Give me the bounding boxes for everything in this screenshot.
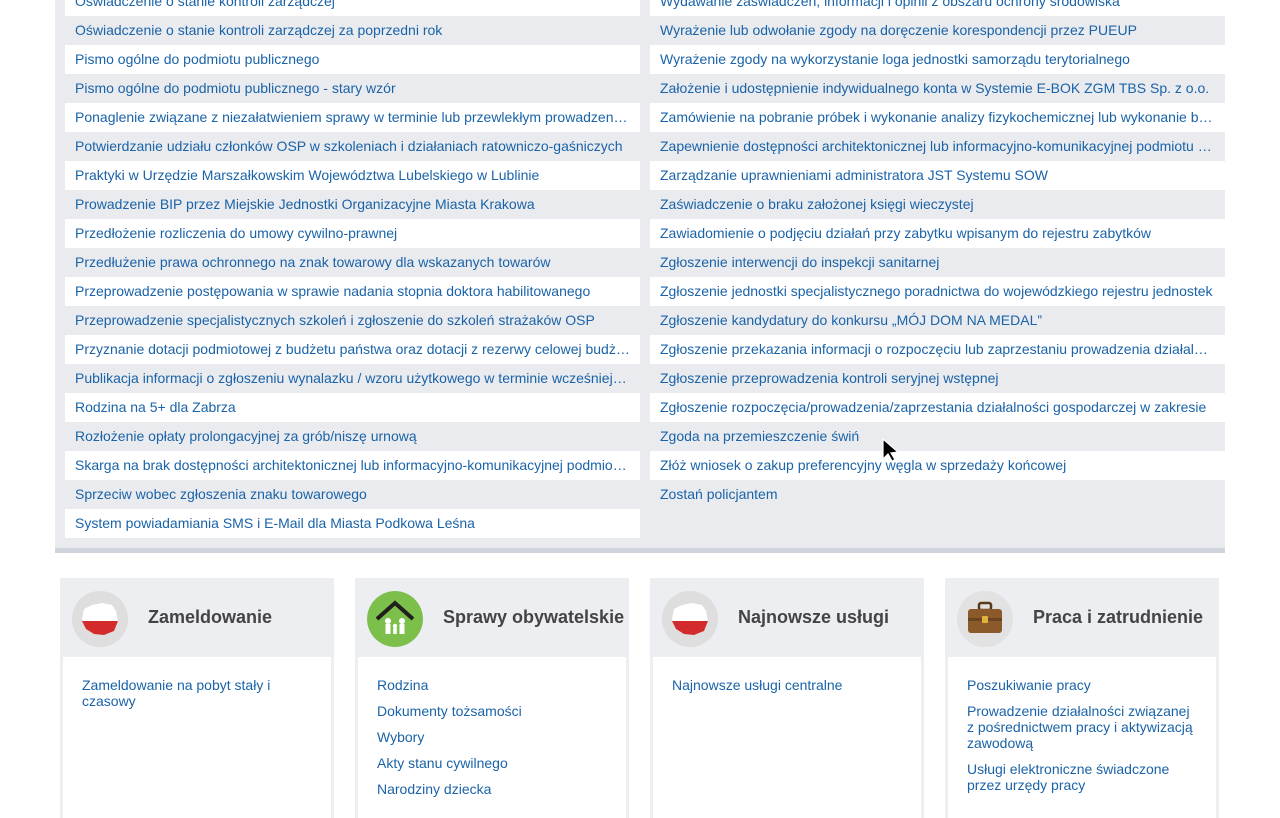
service-link[interactable]: Zgłoszenie jednostki specjalistycznego p… xyxy=(650,277,1225,306)
card-header: Praca i zatrudnienie xyxy=(945,578,1219,657)
service-link[interactable]: Zgłoszenie przekazania informacji o rozp… xyxy=(650,335,1225,364)
card-header: Najnowsze usługi xyxy=(650,578,924,657)
service-link[interactable]: Pismo ogólne do podmiotu publicznego - s… xyxy=(65,74,640,103)
service-link[interactable]: Zgłoszenie przeprowadzenia kontroli sery… xyxy=(650,364,1225,393)
service-link[interactable]: Przyznanie dotacji podmiotowej z budżetu… xyxy=(65,335,640,364)
service-link[interactable]: Rodzina na 5+ dla Zabrza xyxy=(65,393,640,422)
service-link[interactable]: Wydawanie zaświadczeń, informacji i opin… xyxy=(650,0,1225,16)
service-link[interactable]: Oświadczenie o stanie kontroli zarządcze… xyxy=(65,16,640,45)
card-link[interactable]: Zameldowanie na pobyt stały i czasowy xyxy=(82,677,313,709)
service-link[interactable]: Złóż wniosek o zakup preferencyjny węgla… xyxy=(650,451,1225,480)
card-links: Rodzina Dokumenty tożsamości Wybory Akty… xyxy=(358,657,626,818)
card-link[interactable]: Akty stanu cywilnego xyxy=(377,755,608,771)
service-link[interactable]: Oświadczenie o stanie kontroli zarządcze… xyxy=(65,0,640,16)
service-link[interactable]: Potwierdzanie udziału członków OSP w szk… xyxy=(65,132,640,161)
service-link[interactable]: Zgłoszenie interwencji do inspekcji sani… xyxy=(650,248,1225,277)
category-card-praca-i-zatrudnienie: Praca i zatrudnienie Poszukiwanie pracy … xyxy=(945,578,1219,818)
service-link[interactable]: Sprzeciw wobec zgłoszenia znaku towarowe… xyxy=(65,480,640,509)
service-link[interactable]: Prowadzenie BIP przez Miejskie Jednostki… xyxy=(65,190,640,219)
category-card-najnowsze-uslugi: Najnowsze usługi Najnowsze usługi centra… xyxy=(650,578,924,818)
card-title: Najnowsze usługi xyxy=(738,607,890,627)
service-link[interactable]: Zostań policjantem xyxy=(650,480,1225,509)
service-link[interactable]: Zgłoszenie kandydatury do konkursu „MÓJ … xyxy=(650,306,1225,335)
family-house-icon xyxy=(367,591,423,647)
service-link[interactable]: Rozłożenie opłaty prolongacyjnej za grób… xyxy=(65,422,640,451)
card-link[interactable]: Poszukiwanie pracy xyxy=(967,677,1198,693)
briefcase-icon xyxy=(957,591,1013,647)
service-link[interactable]: Zgoda na przemieszczenie świń xyxy=(650,422,1225,451)
service-link[interactable]: Przeprowadzenie postępowania w sprawie n… xyxy=(65,277,640,306)
service-link[interactable]: Zaświadczenie o braku założonej księgi w… xyxy=(650,190,1225,219)
service-link[interactable]: Przedłożenie rozliczenia do umowy cywiln… xyxy=(65,219,640,248)
card-title: Zameldowanie xyxy=(148,607,273,627)
service-link[interactable]: Praktyki w Urzędzie Marszałkowskim Wojew… xyxy=(65,161,640,190)
category-card-zameldowanie: Zameldowanie Zameldowanie na pobyt stały… xyxy=(60,578,334,818)
service-link[interactable]: Przedłużenie prawa ochronnego na znak to… xyxy=(65,248,640,277)
services-list-panel: Oświadczenie o stanie kontroli zarządcze… xyxy=(55,0,1225,553)
card-header: Zameldowanie xyxy=(60,578,334,657)
poland-map-icon xyxy=(662,591,718,647)
card-title: Sprawy obywatelskie xyxy=(443,607,625,627)
service-link[interactable]: Skarga na brak dostępności architektonic… xyxy=(65,451,640,480)
services-list-left: Oświadczenie o stanie kontroli zarządcze… xyxy=(65,0,640,538)
services-list-right: Wydawanie zaświadczeń, informacji i opin… xyxy=(650,0,1225,509)
service-link[interactable]: Wyrażenie lub odwołanie zgody na doręcze… xyxy=(650,16,1225,45)
category-card-sprawy-obywatelskie: Sprawy obywatelskie Rodzina Dokumenty to… xyxy=(355,578,629,818)
service-link[interactable]: Publikacja informacji o zgłoszeniu wynal… xyxy=(65,364,640,393)
poland-map-icon xyxy=(72,591,128,647)
card-link[interactable]: Usługi elektroniczne świadczone przez ur… xyxy=(967,761,1198,793)
service-link[interactable]: Założenie i udostępnienie indywidualnego… xyxy=(650,74,1225,103)
card-link[interactable]: Prowadzenie działalności związanej z poś… xyxy=(967,703,1198,751)
card-link[interactable]: Rodzina xyxy=(377,677,608,693)
card-title: Praca i zatrudnienie xyxy=(1033,607,1204,627)
service-link[interactable]: Zawiadomienie o podjęciu działań przy za… xyxy=(650,219,1225,248)
service-link[interactable]: Przeprowadzenie specjalistycznych szkole… xyxy=(65,306,640,335)
service-link[interactable]: Zarządzanie uprawnieniami administratora… xyxy=(650,161,1225,190)
service-link[interactable]: Wyrażenie zgody na wykorzystanie loga je… xyxy=(650,45,1225,74)
service-link[interactable]: Zapewnienie dostępności architektoniczne… xyxy=(650,132,1225,161)
service-link[interactable]: Zgłoszenie rozpoczęcia/prowadzenia/zaprz… xyxy=(650,393,1225,422)
card-link[interactable]: Wybory xyxy=(377,729,608,745)
service-link[interactable]: System powiadamiania SMS i E-Mail dla Mi… xyxy=(65,509,640,538)
card-links: Zameldowanie na pobyt stały i czasowy xyxy=(63,657,331,818)
card-links: Poszukiwanie pracy Prowadzenie działalno… xyxy=(948,657,1216,818)
card-link[interactable]: Najnowsze usługi centralne xyxy=(672,677,903,693)
service-link[interactable]: Ponaglenie związane z niezałatwieniem sp… xyxy=(65,103,640,132)
card-link[interactable]: Narodziny dziecka xyxy=(377,781,608,797)
card-links: Najnowsze usługi centralne xyxy=(653,657,921,818)
service-link[interactable]: Pismo ogólne do podmiotu publicznego xyxy=(65,45,640,74)
card-link[interactable]: Dokumenty tożsamości xyxy=(377,703,608,719)
mouse-cursor-icon xyxy=(882,438,900,462)
card-header: Sprawy obywatelskie xyxy=(355,578,629,657)
service-link[interactable]: Zamówienie na pobranie próbek i wykonani… xyxy=(650,103,1225,132)
